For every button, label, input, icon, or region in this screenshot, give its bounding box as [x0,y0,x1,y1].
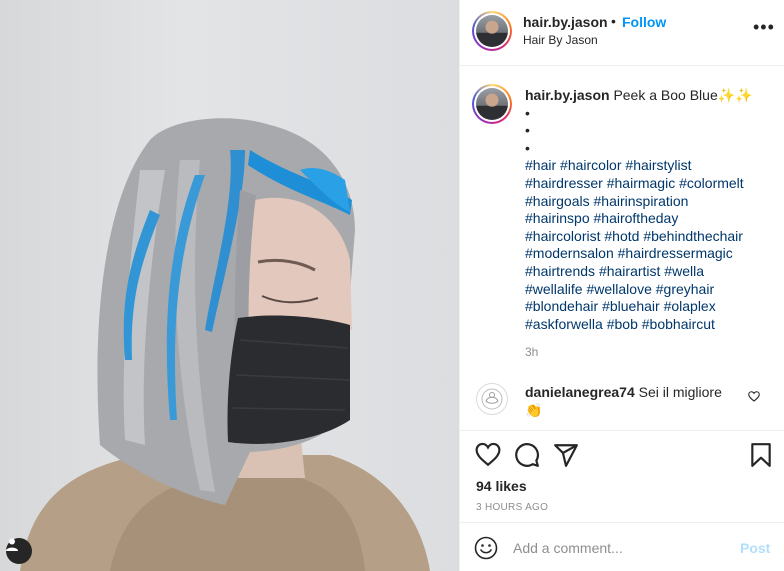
comment-like-heart-icon[interactable] [748,391,760,402]
hashtag-link[interactable]: #haircolor [560,157,621,173]
caption-username[interactable]: hair.by.jason [525,87,610,103]
comment: danielanegrea74 Sei il migliore 👏 [525,383,745,419]
hashtag-link[interactable]: #wellalove [586,281,651,297]
hashtag-line: #hair #haircolor #hairstylist [525,157,775,175]
like-count[interactable]: 94 likes [476,478,527,494]
more-options-icon[interactable]: ••• [753,18,775,36]
hashtag-line: #blondehair #bluehair #olaplex [525,298,775,316]
hashtag-line: #hairgoals #hairinspiration [525,193,775,211]
comment-icon[interactable] [514,442,540,468]
clap-emoji: 👏 [525,402,543,418]
post-comment-button[interactable]: Post [740,540,770,556]
hashtag-link[interactable]: #haircolorist [525,228,600,244]
hashtag-link[interactable]: #olaplex [664,298,716,314]
hashtag-line: #hairtrends #hairartist #wella [525,263,775,281]
paper-plane-icon[interactable] [553,442,579,468]
hashtag-link[interactable]: #bluehair [602,298,660,314]
follow-button[interactable]: Follow [622,14,666,30]
hashtag-link[interactable]: #wellalife [525,281,583,297]
hashtag-link[interactable]: #behindthechair [643,228,743,244]
commenter-avatar[interactable] [476,383,508,415]
commenter-avatar-image [481,388,503,410]
caption-bullet: • [525,104,530,121]
bookmark-icon[interactable] [748,442,774,468]
hashtag-link[interactable]: #hairdresser [525,175,603,191]
post-photo-illustration [20,118,430,571]
user-tag-icon[interactable] [6,538,32,564]
smiley-icon[interactable] [474,536,498,560]
post-actions: 94 likes 3 HOURS AGO [460,430,784,523]
post-timestamp[interactable]: 3 HOURS AGO [476,502,548,513]
author-avatar[interactable] [472,11,512,51]
caption-area: hair.by.jason Peek a Boo Blue✨✨ • • • #h… [460,67,784,429]
hashtag-link[interactable]: #hairstylist [625,157,691,173]
caption-text: hair.by.jason Peek a Boo Blue✨✨ • • • #h… [525,87,775,333]
caption-avatar-image [476,88,508,120]
author-avatar-image [476,15,508,47]
hashtag-link[interactable]: #colormelt [679,175,744,191]
heart-icon[interactable] [475,442,501,468]
post-header: hair.by.jason • Follow Hair By Jason ••• [460,0,784,66]
hashtag-link[interactable]: #hairinspo [525,210,590,226]
caption-bullet: • [525,122,530,139]
hashtag-line: #hairinspo #hairoftheday [525,210,775,228]
caption-bullet: • [525,139,530,156]
post-details-panel: hair.by.jason • Follow Hair By Jason •••… [459,0,784,571]
hashtag-link[interactable]: #hairartist [599,263,660,279]
hashtag-line: #askforwella #bob #bobhaircut [525,316,775,334]
follow-separator: • [611,13,616,29]
hashtag-line: #modernsalon #hairdressermagic [525,245,775,263]
caption-timestamp[interactable]: 3h [525,345,538,359]
hashtag-link[interactable]: #hotd [604,228,639,244]
hashtag-link[interactable]: #bob [607,316,638,332]
sparkles-emoji: ✨✨ [717,87,753,103]
hashtag-link[interactable]: #greyhair [656,281,714,297]
hashtag-link[interactable]: #hairgoals [525,193,590,209]
hashtag-link[interactable]: #hairtrends [525,263,595,279]
commenter-username[interactable]: danielanegrea74 [525,384,635,400]
comment-text: Sei il migliore [638,384,722,400]
hashtag-link[interactable]: #askforwella [525,316,603,332]
author-username[interactable]: hair.by.jason [523,14,608,30]
add-comment-bar: Post [460,524,784,571]
comment-input[interactable] [513,538,733,558]
caption-avatar[interactable] [472,84,512,124]
hashtag-link[interactable]: #blondehair [525,298,598,314]
hashtag-link[interactable]: #wella [664,263,704,279]
hashtag-link[interactable]: #hairdressermagic [618,245,733,261]
hashtag-link[interactable]: #bobhaircut [642,316,715,332]
hashtag-link[interactable]: #modernsalon [525,245,614,261]
hashtag-link[interactable]: #hairmagic [607,175,675,191]
hashtag-line: #haircolorist #hotd #behindthechair [525,228,775,246]
hashtag-line: #wellalife #wellalove #greyhair [525,281,775,299]
author-subtitle[interactable]: Hair By Jason [523,33,598,47]
hashtag-line: #hairdresser #hairmagic #colormelt [525,175,775,193]
hashtag-list: #hair #haircolor #hairstylist #hairdresse… [525,157,775,333]
hashtag-link[interactable]: #hairinspiration [594,193,689,209]
hashtag-link[interactable]: #hairoftheday [594,210,679,226]
caption-body: Peek a Boo Blue [613,87,718,103]
hashtag-link[interactable]: #hair [525,157,556,173]
post-image[interactable] [0,0,459,571]
